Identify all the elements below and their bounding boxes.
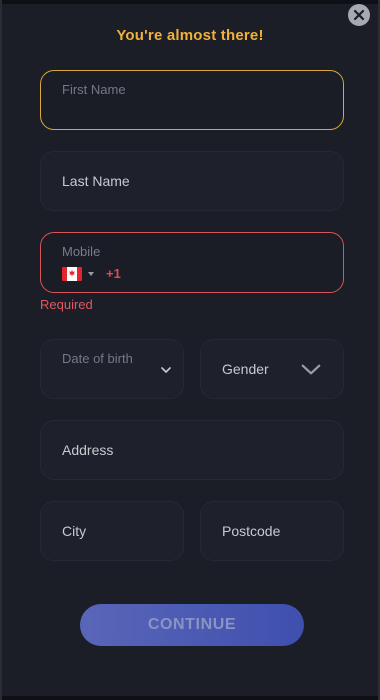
top-edge — [2, 0, 378, 4]
chevron-down-icon — [301, 364, 321, 375]
address-field[interactable]: Address — [40, 420, 344, 480]
chevron-down-icon — [161, 367, 171, 373]
city-placeholder: City — [62, 523, 87, 539]
last-name-placeholder: Last Name — [62, 173, 130, 189]
close-button[interactable] — [348, 4, 370, 26]
mobile-input-row: +1 — [62, 266, 121, 281]
canada-flag-icon[interactable] — [62, 266, 82, 281]
last-name-field[interactable]: Last Name — [40, 151, 344, 211]
postcode-placeholder: Postcode — [222, 523, 281, 539]
continue-button[interactable]: CONTINUE — [80, 604, 304, 646]
bottom-edge — [2, 696, 378, 700]
dial-code: +1 — [106, 266, 121, 281]
address-placeholder: Address — [62, 442, 114, 458]
country-dropdown-caret-icon[interactable] — [88, 271, 94, 276]
first-name-field[interactable]: First Name — [40, 70, 344, 130]
first-name-placeholder: First Name — [62, 82, 126, 97]
page-title: You're almost there! — [116, 27, 264, 44]
date-of-birth-field[interactable]: Date of birth — [40, 339, 184, 399]
mobile-error-message: Required — [40, 297, 93, 312]
date-of-birth-label: Date of birth — [62, 351, 133, 366]
postcode-field[interactable]: Postcode — [200, 501, 344, 561]
mobile-field[interactable]: Mobile +1 — [40, 232, 344, 293]
close-icon — [353, 9, 365, 21]
signup-modal: You're almost there! First Name Last Nam… — [0, 0, 380, 700]
city-field[interactable]: City — [40, 501, 184, 561]
gender-label: Gender — [222, 361, 269, 377]
mobile-label: Mobile — [62, 244, 101, 259]
gender-select[interactable]: Gender — [200, 339, 344, 399]
